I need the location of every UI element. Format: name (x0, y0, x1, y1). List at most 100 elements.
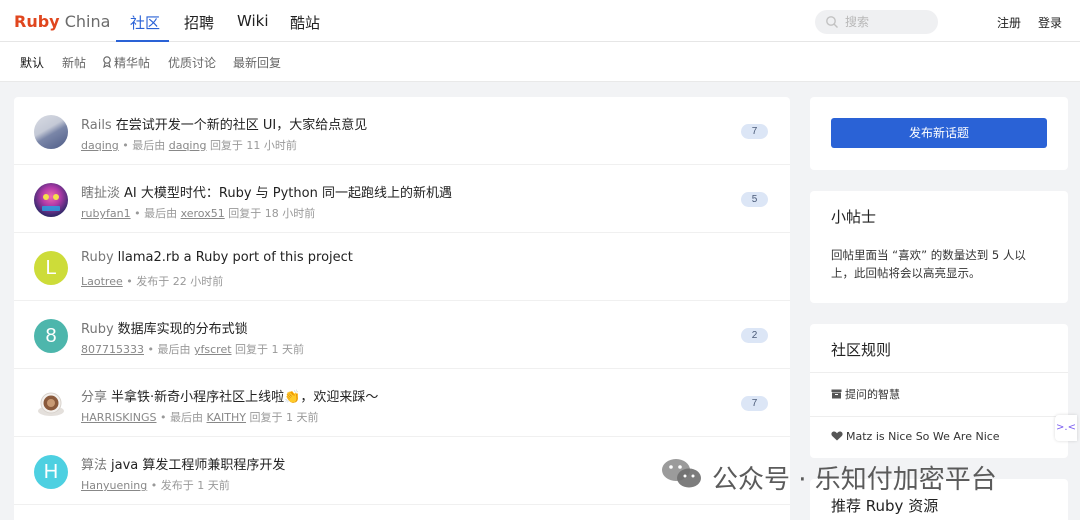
login-link[interactable]: 登录 (1038, 14, 1062, 31)
topic-author[interactable]: Laotree (81, 275, 123, 288)
medal-icon (103, 56, 111, 68)
topic-row[interactable]: 分享 半拿铁·新奇小程序社区上线啦👏，欢迎来踩～ HARRISKINGS • 最后… (14, 369, 790, 437)
top-navbar: Ruby China 社区 招聘 Wiki 酷站 注册 登录 (0, 0, 1080, 42)
nav-wiki[interactable]: Wiki (237, 12, 269, 30)
topic-meta: rubyfan1 • 最后由 xerox51 回复于 18 小时前 (81, 205, 315, 221)
topic-row[interactable]: 瞎扯淡 AI 大模型时代：Ruby 与 Python 同一起跑线上的新机遇 rub… (14, 165, 790, 233)
topic-meta: daqing • 最后由 daqing 回复于 11 小时前 (81, 137, 297, 153)
rules-title: 社区规则 (831, 341, 892, 359)
search-icon (826, 16, 838, 28)
site-logo[interactable]: Ruby China (14, 12, 110, 31)
topic-title[interactable]: Ruby 数据库实现的分布式锁 (81, 318, 248, 337)
resources-title: 推荐 Ruby 资源 (831, 497, 939, 515)
meta-separator: • (147, 343, 155, 356)
meta-time: 回复于 1 天前 (235, 343, 305, 356)
heart-icon (831, 431, 843, 441)
topic-author[interactable]: Hanyuening (81, 479, 147, 492)
topic-node[interactable]: 瞎扯淡 (81, 186, 120, 201)
meta-time: 回复于 18 小时前 (228, 207, 316, 220)
filter-recent-reply[interactable]: 最新回复 (233, 54, 281, 71)
topic-meta: 807715333 • 最后由 yfscret 回复于 1 天前 (81, 341, 304, 357)
meta-time: 回复于 1 天前 (249, 411, 319, 424)
topic-node[interactable]: Ruby (81, 322, 114, 337)
divider (810, 416, 1068, 417)
topic-filter-bar: 默认 新帖 精华帖 优质讨论 最新回复 (0, 42, 1080, 82)
meta-time: 发布于 22 小时前 (136, 275, 224, 288)
topic-row[interactable]: Rails 在尝试开发一个新的社区 UI，大家给点意见 daqing • 最后由 … (14, 97, 790, 165)
meta-separator: • (150, 479, 158, 492)
floating-side-tab[interactable]: >.< (1055, 415, 1077, 441)
avatar[interactable] (34, 387, 68, 421)
rule-link[interactable]: Matz is Nice So We Are Nice (831, 430, 1000, 443)
logo-china-text: China (64, 12, 111, 31)
topic-title[interactable]: 瞎扯淡 AI 大模型时代：Ruby 与 Python 同一起跑线上的新机遇 (81, 182, 452, 201)
new-topic-button[interactable]: 发布新话题 (831, 118, 1047, 148)
wechat-icon (662, 459, 701, 488)
avatar[interactable] (34, 183, 68, 217)
topic-node[interactable]: 算法 (81, 458, 107, 473)
last-reply-user[interactable]: KAITHY (207, 411, 247, 424)
topic-title[interactable]: 算法 java 算发工程师兼职程序开发 (81, 454, 285, 473)
nav-community[interactable]: 社区 (130, 12, 160, 33)
register-link[interactable]: 注册 (997, 14, 1021, 31)
topic-meta: Hanyuening • 发布于 1 天前 (81, 477, 230, 493)
search-box[interactable] (815, 10, 938, 34)
reply-count-badge[interactable]: 5 (741, 192, 768, 207)
meta-separator: • (134, 207, 141, 220)
watermark: 公众号 · 乐知付加密平台 (660, 455, 997, 495)
tips-text: 回帖里面当 “喜欢” 的数量达到 5 人以上，此回帖将会以高亮显示。 (831, 248, 1026, 280)
archive-icon (831, 389, 842, 399)
reply-count-badge[interactable]: 7 (741, 124, 768, 139)
topic-title[interactable]: 分享 半拿铁·新奇小程序社区上线啦👏，欢迎来踩～ (81, 386, 378, 405)
avatar[interactable]: 8 (34, 319, 68, 353)
rules-card: 社区规则 提问的智慧 Matz is Nice So We Are Nice (810, 324, 1068, 458)
last-reply-user[interactable]: daqing (169, 139, 207, 152)
topic-meta: Laotree • 发布于 22 小时前 (81, 273, 223, 289)
topic-author[interactable]: 807715333 (81, 343, 144, 356)
topic-meta: HARRISKINGS • 最后由 KAITHY 回复于 1 天前 (81, 409, 319, 425)
topic-node[interactable]: 分享 (81, 390, 107, 405)
rule-link[interactable]: 提问的智慧 (831, 386, 900, 402)
topic-title-text[interactable]: llama2.rb a Ruby port of this project (118, 250, 353, 265)
topic-title-text[interactable]: AI 大模型时代：Ruby 与 Python 同一起跑线上的新机遇 (124, 186, 452, 201)
filter-popular[interactable]: 优质讨论 (168, 54, 216, 71)
topic-author[interactable]: daqing (81, 139, 119, 152)
divider (810, 372, 1068, 373)
tips-title: 小帖士 (831, 208, 877, 226)
topic-author[interactable]: rubyfan1 (81, 207, 131, 220)
filter-default[interactable]: 默认 (20, 54, 44, 71)
topic-row[interactable]: L Ruby llama2.rb a Ruby port of this proj… (14, 233, 790, 301)
watermark-text: 公众号 · 乐知付加密平台 (712, 465, 997, 495)
search-input[interactable] (845, 14, 933, 30)
topic-row[interactable]: 8 Ruby 数据库实现的分布式锁 807715333 • 最后由 yfscret… (14, 301, 790, 369)
meta-time: 发布于 1 天前 (160, 479, 230, 492)
last-reply-user[interactable]: yfscret (194, 343, 232, 356)
meta-last-by: 最后由 (132, 139, 166, 152)
meta-separator: • (160, 411, 167, 424)
topic-title-text[interactable]: 数据库实现的分布式锁 (118, 322, 248, 337)
avatar[interactable]: L (34, 251, 68, 285)
topic-author[interactable]: HARRISKINGS (81, 411, 157, 424)
topic-title-text[interactable]: 在尝试开发一个新的社区 UI，大家给点意见 (116, 118, 367, 133)
topic-title[interactable]: Ruby llama2.rb a Ruby port of this projec… (81, 250, 353, 265)
rule-label: Matz is Nice So We Are Nice (846, 430, 1000, 443)
meta-separator: • (126, 275, 133, 288)
topic-title[interactable]: Rails 在尝试开发一个新的社区 UI，大家给点意见 (81, 114, 367, 133)
avatar[interactable]: H (34, 455, 68, 489)
filter-new[interactable]: 新帖 (62, 54, 86, 71)
last-reply-user[interactable]: xerox51 (181, 207, 225, 220)
meta-time: 回复于 11 小时前 (209, 139, 297, 152)
rule-label: 提问的智慧 (845, 388, 900, 401)
meta-last-by: 最后由 (144, 207, 178, 220)
avatar[interactable] (34, 115, 68, 149)
reply-count-badge[interactable]: 2 (741, 328, 768, 343)
logo-ruby-text: Ruby (14, 12, 60, 31)
filter-excellent[interactable]: 精华帖 (102, 54, 150, 71)
nav-sites[interactable]: 酷站 (290, 12, 320, 33)
reply-count-badge[interactable]: 7 (741, 396, 768, 411)
topic-node[interactable]: Ruby (81, 250, 114, 265)
topic-title-text[interactable]: 半拿铁·新奇小程序社区上线啦👏，欢迎来踩～ (111, 390, 378, 405)
topic-node[interactable]: Rails (81, 118, 112, 133)
nav-jobs[interactable]: 招聘 (184, 12, 214, 33)
topic-title-text[interactable]: java 算发工程师兼职程序开发 (111, 458, 285, 473)
